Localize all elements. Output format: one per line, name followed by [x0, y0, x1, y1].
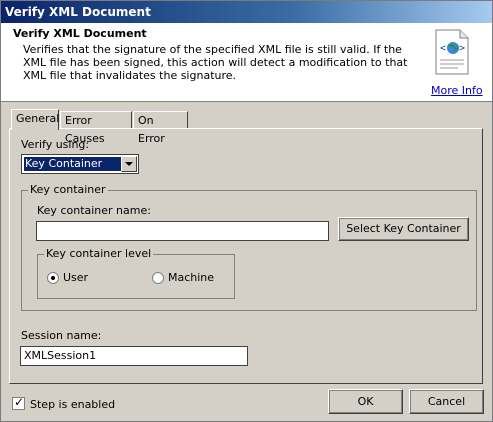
cancel-button[interactable]: Cancel [409, 389, 484, 414]
step-enabled-checkbox[interactable] [12, 395, 25, 410]
svg-text:>: > [459, 43, 465, 54]
window-title: Verify XML Document [1, 1, 492, 23]
header-title: Verify XML Document [13, 27, 147, 40]
tab-error-causes[interactable]: Error Causes [60, 111, 132, 145]
step-enabled-label[interactable]: Step is enabled [30, 398, 115, 411]
chevron-down-icon[interactable] [121, 156, 137, 172]
header-description: Verifies that the signature of the speci… [23, 43, 408, 82]
key-container-level-title: Key container level [44, 247, 154, 260]
machine-radio[interactable] [152, 272, 164, 284]
dialog-window: Verify XML Document Verify XML Document … [0, 0, 493, 422]
xml-document-icon: < > [435, 29, 469, 75]
verify-using-label: Verify using: [21, 138, 90, 151]
header-panel: Verify XML Document Verifies that the si… [1, 23, 492, 102]
verify-using-value: Key Container [24, 157, 121, 171]
tab-on-error[interactable]: On Error [133, 111, 188, 145]
session-name-input[interactable]: XMLSession1 [20, 346, 248, 366]
svg-text:<: < [440, 43, 446, 54]
verify-using-dropdown[interactable]: Key Container [21, 154, 139, 174]
machine-radio-label[interactable]: Machine [168, 271, 214, 284]
key-container-name-input[interactable] [36, 221, 329, 241]
ok-button[interactable]: OK [328, 389, 403, 414]
user-radio[interactable] [47, 272, 59, 284]
key-container-group-title: Key container [28, 183, 108, 196]
session-name-label: Session name: [21, 329, 102, 342]
user-radio-label[interactable]: User [63, 271, 88, 284]
more-info-link[interactable]: More Info [431, 84, 483, 97]
tab-general[interactable]: General [11, 109, 59, 130]
select-key-container-button[interactable]: Select Key Container [338, 217, 469, 241]
key-container-name-label: Key container name: [37, 204, 151, 217]
